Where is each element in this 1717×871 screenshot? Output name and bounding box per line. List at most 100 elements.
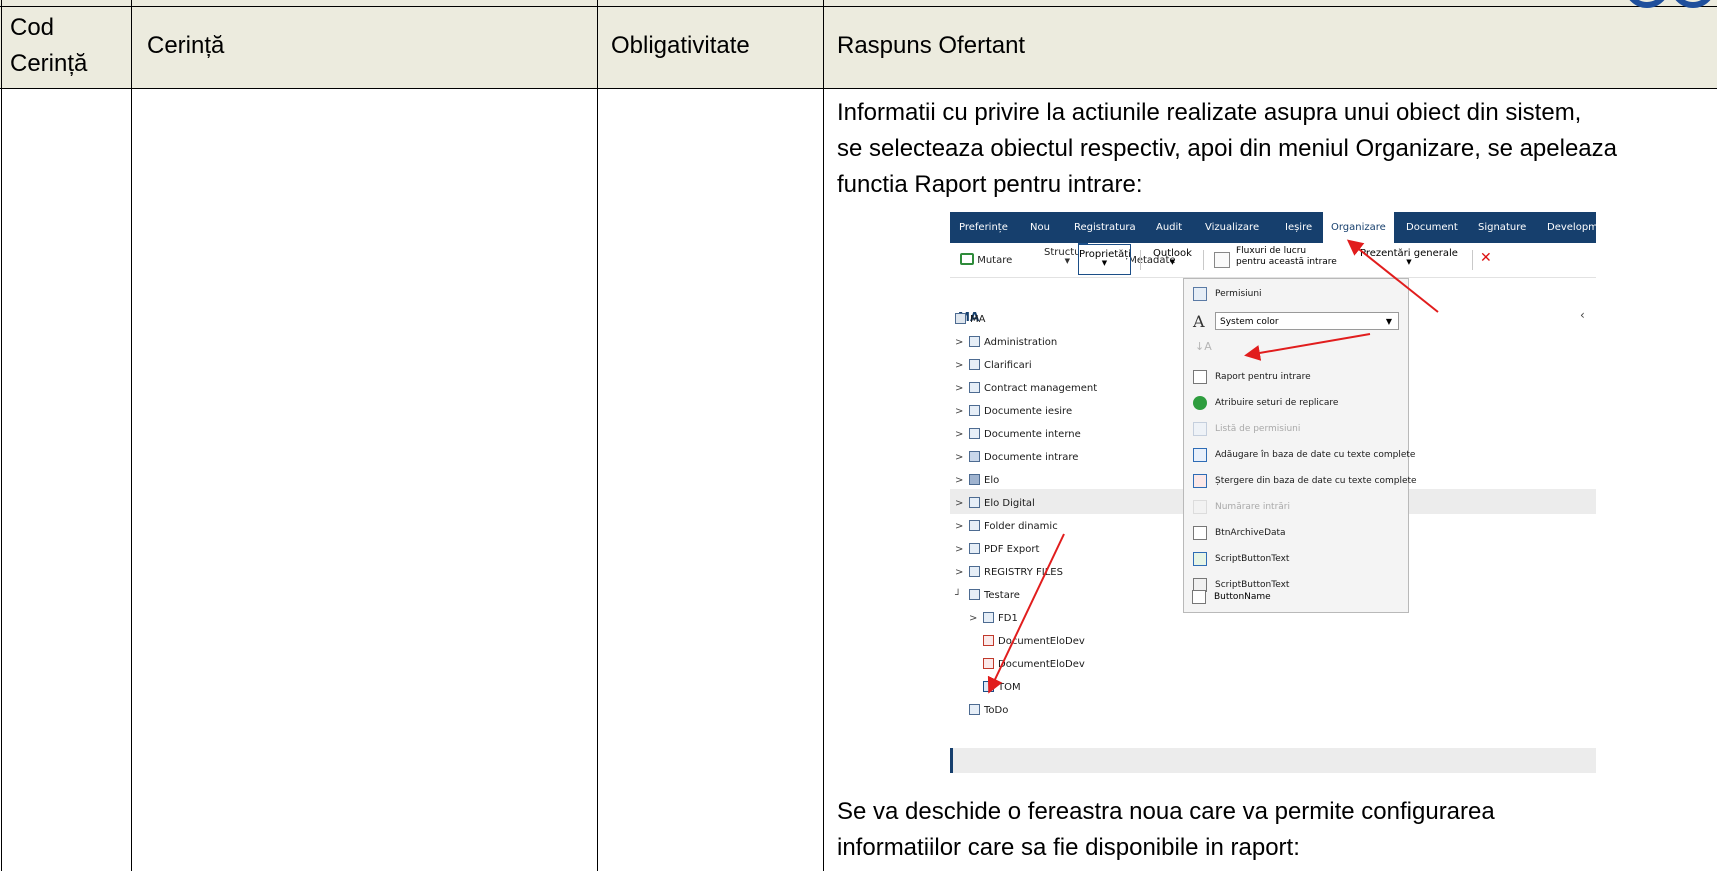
replication-icon xyxy=(1193,396,1207,410)
menu-item-adaugare-text[interactable]: Adăugare în baza de date cu texte comple… xyxy=(1184,442,1415,468)
chevron-right-icon[interactable]: > xyxy=(955,445,969,470)
pdf-icon xyxy=(983,635,994,646)
tree-item[interactable]: > Documente interne xyxy=(955,422,1081,447)
menu-item-numarare-intrari: Numărare intrări xyxy=(1184,494,1408,520)
menu-organizare[interactable]: Organizare xyxy=(1323,212,1394,243)
menu-item-lista-permisiuni: Listă de permisiuni xyxy=(1184,416,1408,442)
menu-item-btnarchivedata[interactable]: BtnArchiveData xyxy=(1184,520,1408,546)
permissions-icon xyxy=(1193,287,1207,301)
menu-registratura[interactable]: Registratura xyxy=(1074,212,1136,243)
system-color-select[interactable]: System color ▼ xyxy=(1215,312,1399,330)
sort-icon: ↓A xyxy=(1195,340,1212,353)
ribbon-separator xyxy=(1140,250,1141,270)
tree-item[interactable]: DocumentEloDev xyxy=(983,652,1085,677)
chevron-right-icon[interactable]: > xyxy=(955,468,969,493)
pdf-icon xyxy=(983,658,994,669)
fluxuri-label-line2: pentru această intrare xyxy=(1236,257,1337,267)
folder-icon xyxy=(969,382,980,393)
button-icon xyxy=(1192,590,1206,604)
tree-item[interactable]: > Clarificari xyxy=(955,353,1032,378)
menu-audit[interactable]: Audit xyxy=(1156,212,1182,243)
elo-screenshot: Preferințe Nou Registratura Audit Vizual… xyxy=(950,212,1596,786)
chevron-right-icon[interactable]: > xyxy=(955,422,969,447)
menu-item-atribuire-seturi[interactable]: Atribuire seturi de replicare xyxy=(1184,390,1408,416)
chevron-down-icon: ▼ xyxy=(1169,258,1176,266)
chevron-right-icon[interactable]: > xyxy=(955,537,969,562)
chevron-right-icon[interactable]: > xyxy=(955,560,969,585)
document-icon xyxy=(983,681,994,692)
tree-item[interactable]: > FD1 xyxy=(969,606,1018,631)
menu-item-buttonname-row[interactable]: ButtonName xyxy=(1183,584,1409,610)
tree-item[interactable]: > Documente intrare xyxy=(955,445,1078,470)
system-color-value: System color xyxy=(1220,317,1279,327)
tree-item-selected[interactable]: TOM xyxy=(983,675,1021,700)
folder-icon xyxy=(969,451,980,462)
fulltext-add-icon xyxy=(1193,448,1207,462)
mutare-button[interactable]: Mutare xyxy=(960,253,1012,266)
folder-icon xyxy=(969,543,980,554)
proprietati-ribbon-button[interactable]: Proprietăți ▼ xyxy=(1078,244,1131,275)
mutare-label: Mutare xyxy=(977,255,1013,266)
menu-document[interactable]: Document xyxy=(1406,212,1458,243)
menu-developm[interactable]: Developm xyxy=(1547,212,1596,243)
chevron-right-icon[interactable]: > xyxy=(955,514,969,539)
folder-icon xyxy=(969,336,980,347)
tree-item[interactable]: > Folder dinamic xyxy=(955,514,1058,539)
chevron-right-icon[interactable]: > xyxy=(955,399,969,424)
prezentari-button[interactable]: Prezentări generale ▼ xyxy=(1360,248,1458,266)
expanded-icon[interactable]: ┘ xyxy=(955,583,969,608)
column-border xyxy=(597,0,598,871)
response-paragraph-line: informatiilor care sa fie disponibile in… xyxy=(837,834,1300,861)
tree-item[interactable]: ┘ Testare xyxy=(955,583,1020,608)
repository-icon xyxy=(955,313,966,324)
table-top-border xyxy=(0,6,1717,7)
fulltext-delete-icon xyxy=(1193,474,1207,488)
tree-item[interactable]: > Elo Digital xyxy=(955,491,1035,516)
header-response: Raspuns Ofertant xyxy=(837,32,1026,59)
chevron-right-icon[interactable]: > xyxy=(955,330,969,355)
menu-vizualizare[interactable]: Vizualizare xyxy=(1205,212,1259,243)
chevron-right-icon[interactable]: > xyxy=(955,353,969,378)
script-icon xyxy=(1193,552,1207,566)
menu-iesire[interactable]: Ieșire xyxy=(1285,212,1312,243)
chevron-right-icon[interactable]: > xyxy=(955,491,969,516)
tree-item[interactable]: > PDF Export xyxy=(955,537,1039,562)
column-border xyxy=(131,0,132,871)
tree-item[interactable]: MA xyxy=(955,307,985,332)
archive-data-icon xyxy=(1193,526,1207,540)
tree-item[interactable]: > Administration xyxy=(955,330,1057,355)
menu-signature[interactable]: Signature xyxy=(1478,212,1526,243)
outlook-button[interactable]: Outlook ▼ xyxy=(1153,248,1192,266)
folder-icon xyxy=(969,474,980,485)
tree-item[interactable]: > Contract management xyxy=(955,376,1097,401)
font-color-icon: A xyxy=(1193,312,1205,331)
selected-row-highlight xyxy=(950,748,1596,773)
close-icon[interactable]: ✕ xyxy=(1480,250,1492,266)
menu-item-permisiuni[interactable]: Permisiuni xyxy=(1184,281,1408,307)
chevron-left-icon[interactable]: ‹ xyxy=(1580,308,1585,322)
chevron-right-icon[interactable]: > xyxy=(969,606,983,631)
column-border xyxy=(823,0,824,871)
tree-item[interactable]: > Elo xyxy=(955,468,999,493)
chevron-down-icon: ▼ xyxy=(1101,259,1108,267)
count-icon xyxy=(1193,500,1207,514)
tree-item[interactable]: ToDo xyxy=(969,698,1008,723)
response-paragraph-line: Se va deschide o fereastra noua care va … xyxy=(837,798,1495,825)
tree-item[interactable]: DocumentEloDev xyxy=(983,629,1085,654)
permissions-list-icon xyxy=(1193,422,1207,436)
chevron-down-icon: ▼ xyxy=(1406,258,1412,266)
chevron-right-icon[interactable]: > xyxy=(955,376,969,401)
response-paragraph-line: Informatii cu privire la actiunile reali… xyxy=(837,99,1582,126)
menu-nou[interactable]: Nou xyxy=(1030,212,1050,243)
response-paragraph-line: functia Raport pentru intrare: xyxy=(837,171,1143,198)
menu-item-raport-pentru-intrare[interactable]: Raport pentru intrare xyxy=(1184,364,1408,390)
menu-preferinte[interactable]: Preferințe xyxy=(959,212,1008,243)
proprietati-dropdown-menu: Permisiuni A System color ▼ ↓A Raport pe… xyxy=(1183,278,1417,613)
menu-item-stergere-text[interactable]: Ștergere din baza de date cu texte compl… xyxy=(1184,468,1417,494)
tree-item[interactable]: > REGISTRY FILES xyxy=(955,560,1063,585)
tree-item[interactable]: > Documente iesire xyxy=(955,399,1072,424)
header-requirement: Cerință xyxy=(147,32,225,59)
menu-item-scriptbuttontext[interactable]: ScriptButtonText xyxy=(1184,546,1408,572)
folder-icon xyxy=(969,405,980,416)
chevron-down-icon: ▼ xyxy=(1385,317,1392,326)
